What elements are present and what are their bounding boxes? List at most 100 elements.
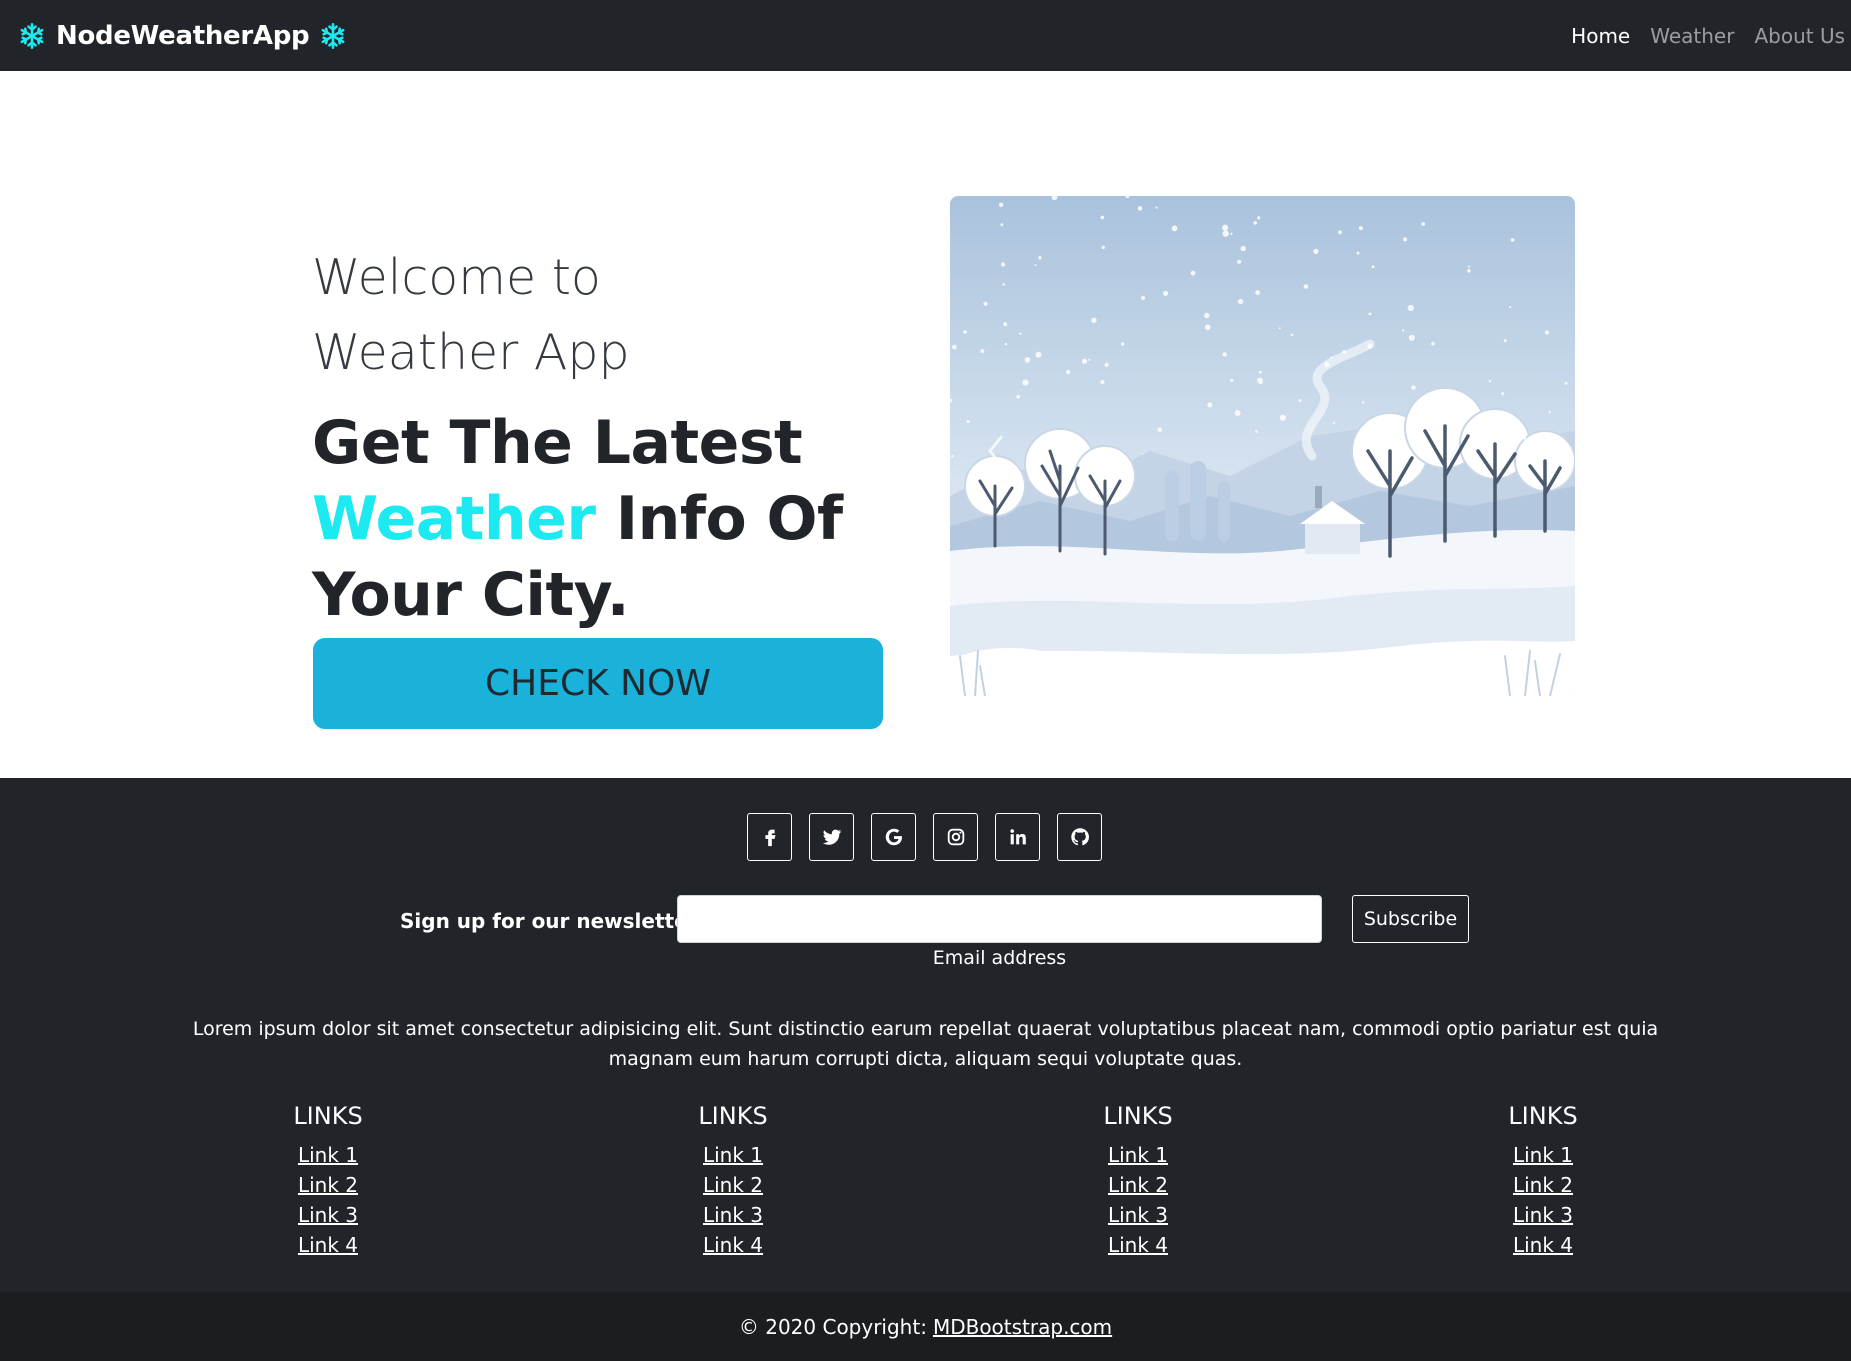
snowflake-dot bbox=[1255, 430, 1258, 433]
snowflake-dot bbox=[1564, 381, 1568, 385]
snowflake-dot bbox=[1509, 306, 1512, 309]
nav-weather[interactable]: Weather bbox=[1650, 24, 1734, 48]
footer-link[interactable]: Link 1 bbox=[653, 1140, 813, 1170]
snowflake-dot bbox=[1407, 304, 1414, 312]
snowflake-dot bbox=[1230, 232, 1233, 235]
github-button[interactable] bbox=[1057, 813, 1102, 861]
hero-welcome: Welcome to Weather App bbox=[312, 240, 832, 390]
link-column-2: LINKS Link 1 Link 2 Link 3 Link 4 bbox=[653, 1102, 813, 1260]
footer-link[interactable]: Link 1 bbox=[1463, 1140, 1623, 1170]
headline-line-3: Your City. bbox=[312, 560, 630, 630]
social-buttons bbox=[747, 813, 1102, 861]
snowflake-dot bbox=[1278, 327, 1281, 330]
snowflake-dot bbox=[1371, 265, 1375, 269]
footer-link[interactable]: Link 4 bbox=[653, 1230, 813, 1260]
footer-link[interactable]: Link 2 bbox=[248, 1170, 408, 1200]
newsletter-label: Sign up for our newsletter bbox=[400, 909, 698, 933]
snowflake-dot bbox=[1066, 369, 1071, 375]
footer-link[interactable]: Link 2 bbox=[1463, 1170, 1623, 1200]
winter-landscape-illustration bbox=[950, 196, 1575, 696]
footer-link[interactable]: Link 2 bbox=[1058, 1170, 1218, 1200]
snowflake-dot bbox=[1411, 385, 1416, 390]
snowflake-dot bbox=[1234, 410, 1241, 416]
subscribe-button[interactable]: Subscribe bbox=[1352, 895, 1469, 943]
snowflake-dot bbox=[1171, 225, 1178, 232]
snowflake-dot bbox=[1510, 238, 1515, 242]
footer-link[interactable]: Link 4 bbox=[248, 1230, 408, 1260]
footer-link[interactable]: Link 2 bbox=[653, 1170, 813, 1200]
linkedin-button[interactable] bbox=[995, 813, 1040, 861]
snowflake-dot bbox=[1004, 342, 1008, 346]
snowflake-dot bbox=[1000, 223, 1004, 227]
snowflake-dot bbox=[1257, 216, 1261, 220]
snowflake-dot bbox=[952, 344, 957, 350]
snowflake-dot bbox=[1205, 324, 1211, 330]
instagram-icon bbox=[947, 828, 964, 846]
copyright-link[interactable]: MDBootstrap.com bbox=[933, 1315, 1112, 1339]
snowflake-dot bbox=[1545, 330, 1549, 335]
snowflake-dot bbox=[1091, 317, 1097, 323]
copyright-text: © 2020 Copyright: bbox=[738, 1314, 927, 1339]
snowflake-dot bbox=[1088, 358, 1091, 361]
linkedin-icon bbox=[1009, 829, 1026, 845]
snowflake-dot bbox=[1255, 290, 1260, 295]
snowflake-dot bbox=[1001, 262, 1006, 267]
footer-link[interactable]: Link 3 bbox=[1463, 1200, 1623, 1230]
snowflake-dot bbox=[1401, 329, 1405, 332]
snowflake-dot bbox=[1313, 248, 1319, 254]
snowflake-dot bbox=[1222, 224, 1229, 231]
brand[interactable]: NodeWeatherApp bbox=[18, 0, 347, 71]
snowflake-dot bbox=[1290, 333, 1294, 337]
snowflake-icon bbox=[20, 22, 44, 49]
twitter-button[interactable] bbox=[809, 813, 854, 861]
footer-link[interactable]: Link 3 bbox=[248, 1200, 408, 1230]
footer-link[interactable]: Link 1 bbox=[248, 1140, 408, 1170]
headline-line-1: Get The Latest bbox=[312, 408, 803, 478]
snowflake-dot bbox=[1431, 341, 1435, 346]
snowflake-dot bbox=[980, 349, 985, 353]
snowflake-dot bbox=[1501, 392, 1505, 396]
snowflake-dot bbox=[1157, 427, 1162, 432]
snowflake-dot bbox=[1361, 401, 1365, 404]
snowflake-dot bbox=[1368, 312, 1372, 316]
snowflake-dot bbox=[1332, 421, 1335, 424]
snowflake-dot bbox=[1104, 362, 1109, 367]
snowflake-dot bbox=[1258, 370, 1262, 374]
footer-link[interactable]: Link 4 bbox=[1463, 1230, 1623, 1260]
facebook-button[interactable] bbox=[747, 813, 792, 861]
footer-description: Lorem ipsum dolor sit amet consectetur a… bbox=[192, 1018, 1659, 1070]
nav-home[interactable]: Home bbox=[1571, 24, 1630, 48]
google-icon bbox=[885, 828, 902, 846]
check-now-button[interactable]: CHECK NOW bbox=[313, 638, 883, 729]
snowflake-dot bbox=[1204, 312, 1210, 319]
snowflake-dot bbox=[1100, 215, 1105, 220]
snowflake-dot bbox=[1358, 226, 1363, 231]
email-input[interactable] bbox=[677, 895, 1322, 943]
snowflake-dot bbox=[1240, 245, 1246, 252]
snowflake-icon bbox=[321, 22, 345, 49]
snowflake-dot bbox=[1024, 357, 1031, 363]
footer-link[interactable]: Link 4 bbox=[1058, 1230, 1218, 1260]
nav-links: Home Weather About Us bbox=[1571, 0, 1845, 71]
snowflake-dot bbox=[1548, 411, 1551, 414]
snowflake-dot bbox=[1356, 251, 1360, 255]
facebook-icon bbox=[764, 829, 775, 847]
snowflake-dot bbox=[1338, 230, 1342, 235]
snowflake-dot bbox=[951, 455, 954, 458]
instagram-button[interactable] bbox=[933, 813, 978, 861]
snowflake-dot bbox=[998, 202, 1004, 207]
snowflake-dot bbox=[1503, 339, 1507, 343]
nav-about-us[interactable]: About Us bbox=[1754, 24, 1845, 48]
link-column-1: LINKS Link 1 Link 2 Link 3 Link 4 bbox=[248, 1102, 408, 1260]
footer-link[interactable]: Link 3 bbox=[1058, 1200, 1218, 1230]
snowflake-dot bbox=[1035, 351, 1042, 358]
snowflake-dot bbox=[1019, 332, 1022, 335]
snowflake-dot bbox=[1403, 237, 1408, 242]
snowflake-dot bbox=[1034, 264, 1037, 267]
google-button[interactable] bbox=[871, 813, 916, 861]
footer-link[interactable]: Link 3 bbox=[653, 1200, 813, 1230]
link-column-title: LINKS bbox=[1103, 1102, 1173, 1130]
footer-link[interactable]: Link 1 bbox=[1058, 1140, 1218, 1170]
snowflake-dot bbox=[1100, 380, 1105, 385]
snowflake-dot bbox=[1230, 378, 1234, 383]
